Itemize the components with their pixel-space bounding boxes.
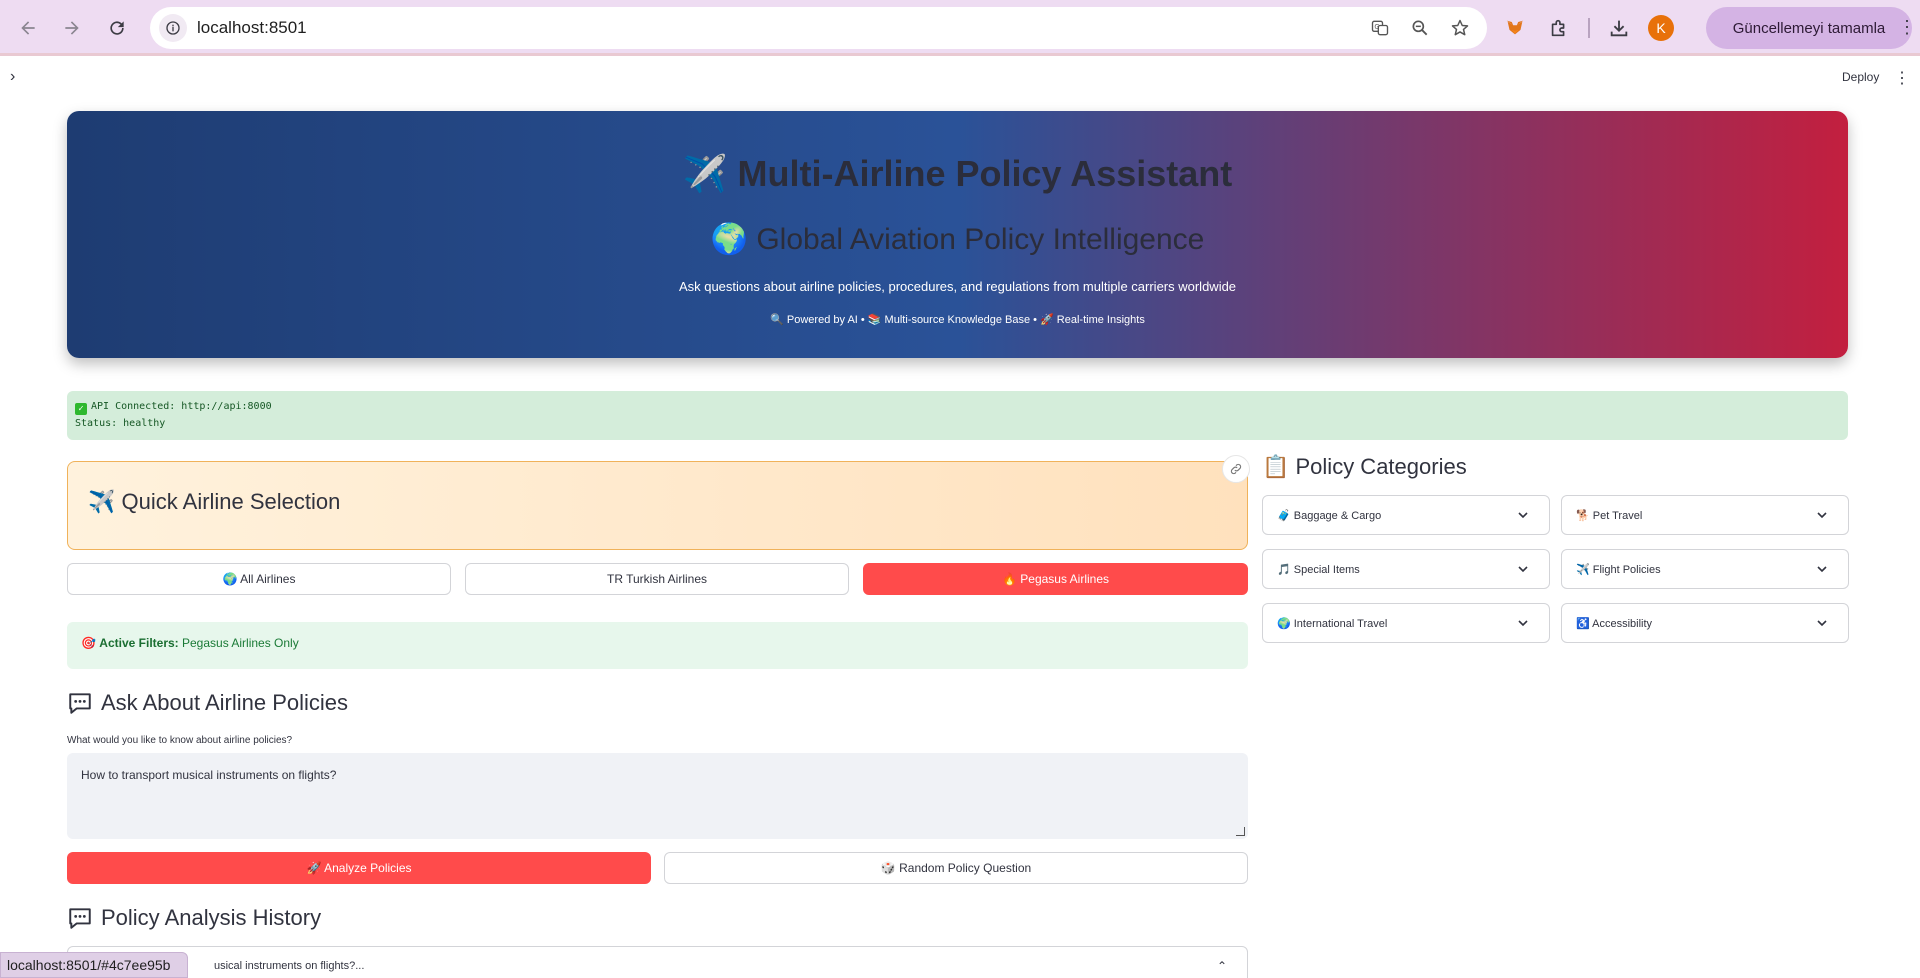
category-label: ✈️ Flight Policies [1576, 564, 1661, 576]
app-toolbar: › Deploy ⋮ [0, 62, 1920, 92]
extensions-puzzle-icon[interactable] [1544, 13, 1574, 43]
api-health-text: Status: healthy [75, 418, 166, 429]
forward-arrow-icon [65, 21, 79, 35]
profile-avatar[interactable]: K [1648, 15, 1674, 41]
category-label: ♿ Accessibility [1576, 618, 1653, 630]
page-subtitle: 🌍 Global Aviation Policy Intelligence [710, 223, 1205, 256]
check-mark-icon: ✓ [75, 403, 87, 415]
chevron-down-icon [1517, 562, 1529, 574]
chevron-down-icon [1517, 616, 1529, 628]
chevron-down-icon [1816, 508, 1828, 520]
question-textarea[interactable]: How to transport musical instruments on … [67, 753, 1248, 839]
forward-button[interactable] [52, 8, 92, 48]
url-text[interactable]: localhost:8501 [197, 18, 307, 38]
target-icon: 🎯 [81, 636, 96, 650]
all-airlines-button[interactable]: 🌍 All Airlines [67, 563, 451, 595]
back-arrow-icon [21, 21, 35, 35]
policy-categories-title: 📋 Policy Categories [1262, 454, 1467, 479]
history-item-text: usical instruments on flights?... [214, 960, 365, 972]
bookmark-star-icon[interactable] [1447, 15, 1473, 41]
analyze-policies-button[interactable]: 🚀 Analyze Policies [67, 852, 651, 884]
history-section-title: Policy Analysis History [67, 905, 321, 931]
chevron-down-icon [1816, 562, 1828, 574]
random-question-button[interactable]: 🎲 Random Policy Question [664, 852, 1248, 884]
ask-section-title: Ask About Airline Policies [67, 690, 348, 716]
hero-description: Ask questions about airline policies, pr… [678, 279, 1237, 294]
main-menu-icon[interactable]: ⋮ [1894, 68, 1910, 88]
reload-button[interactable] [97, 8, 137, 48]
hero-tags: 🔍 Powered by AI • 📚 Multi-source Knowled… [770, 314, 1145, 326]
page-title: ✈️ Multi-Airline Policy Assistant [682, 153, 1233, 194]
active-filters-label: Active Filters: [99, 636, 179, 650]
category-special-items[interactable]: 🎵 Special Items [1262, 549, 1550, 589]
sidebar-toggle-chevron-icon[interactable]: › [10, 68, 15, 86]
category-flight-policies[interactable]: ✈️ Flight Policies [1561, 549, 1849, 589]
download-icon[interactable] [1604, 13, 1634, 43]
category-baggage-cargo[interactable]: 🧳 Baggage & Cargo [1262, 495, 1550, 535]
status-bar-url: localhost:8501/#4c7ee95b [0, 952, 188, 978]
category-label: 🐕 Pet Travel [1576, 510, 1643, 522]
category-label: 🧳 Baggage & Cargo [1277, 510, 1382, 522]
category-accessibility[interactable]: ♿ Accessibility [1561, 603, 1849, 643]
chrome-menu-icon[interactable]: ⋮ [1898, 17, 1916, 38]
chevron-up-icon[interactable]: ⌃ [1217, 959, 1227, 973]
question-text[interactable]: How to transport musical instruments on … [81, 768, 336, 782]
reload-icon [110, 21, 124, 35]
quick-selection-title: ✈️ Quick Airline Selection [88, 489, 341, 514]
turkish-airlines-button[interactable]: TR Turkish Airlines [465, 563, 849, 595]
api-status-box: ✓ API Connected: http://api:8000 Status: … [67, 391, 1848, 440]
browser-chrome: localhost:8501 G K Güncellemeyi tamamla … [0, 0, 1920, 56]
category-international-travel[interactable]: 🌍 International Travel [1262, 603, 1550, 643]
category-pet-travel[interactable]: 🐕 Pet Travel [1561, 495, 1849, 535]
question-label: What would you like to know about airlin… [67, 735, 293, 746]
site-info-icon[interactable] [159, 14, 187, 42]
metamask-fox-icon[interactable] [1500, 13, 1530, 43]
chat-bubble-icon [69, 908, 91, 929]
translate-icon[interactable]: G [1367, 15, 1393, 41]
history-expander[interactable]: usical instruments on flights?... ⌃ [67, 946, 1248, 978]
category-label: 🌍 International Travel [1277, 618, 1388, 630]
quick-airline-selection-card: ✈️ Quick Airline Selection [67, 461, 1248, 550]
category-label: 🎵 Special Items [1277, 564, 1360, 576]
deploy-button[interactable]: Deploy [1842, 70, 1879, 84]
chevron-down-icon [1816, 616, 1828, 628]
api-connected-text: API Connected: http://api:8000 [91, 401, 272, 412]
chat-bubble-icon [69, 693, 91, 714]
resize-handle[interactable] [1236, 827, 1245, 836]
hero-banner: ✈️ Multi-Airline Policy Assistant 🌍 Glob… [67, 111, 1848, 358]
anchor-link-icon[interactable] [1222, 455, 1250, 483]
svg-text:G: G [1374, 23, 1379, 31]
toolbar-separator [1588, 18, 1590, 38]
update-chrome-button[interactable]: Güncellemeyi tamamla [1706, 7, 1912, 49]
chevron-down-icon [1517, 508, 1529, 520]
back-button[interactable] [8, 8, 48, 48]
zoom-icon[interactable] [1407, 15, 1433, 41]
pegasus-airlines-button[interactable]: 🔥 Pegasus Airlines [863, 563, 1248, 595]
active-filters-box: 🎯 Active Filters: Pegasus Airlines Only [67, 622, 1248, 669]
address-bar[interactable]: localhost:8501 G [150, 7, 1487, 49]
active-filters-value: Pegasus Airlines Only [182, 636, 299, 650]
